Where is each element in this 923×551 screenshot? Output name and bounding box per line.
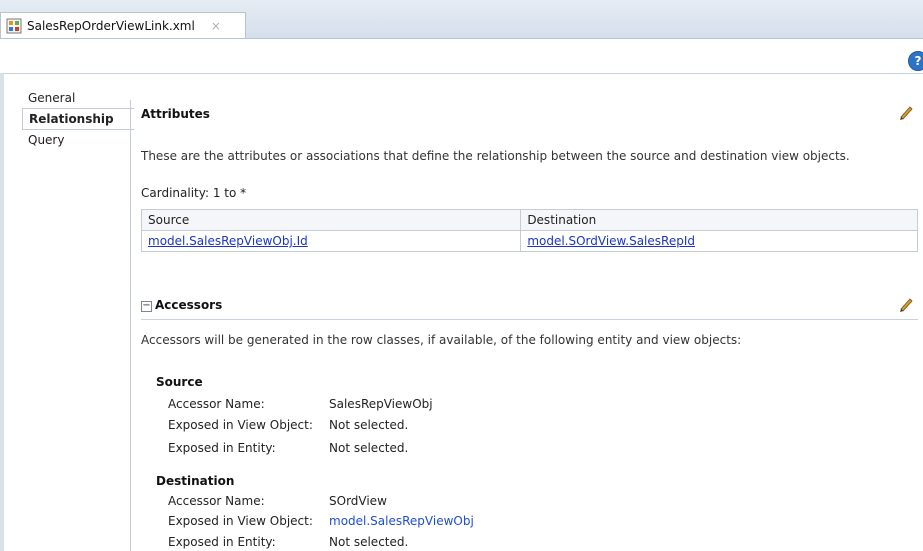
destination-exposed-entity-value: Not selected. [329, 535, 409, 549]
accessors-description: Accessors will be generated in the row c… [141, 333, 742, 347]
nav-item-general[interactable]: General [22, 88, 132, 108]
editor-tab-bar: SalesRepOrderViewLink.xml × [0, 0, 923, 39]
destination-exposed-entity-key: Exposed in Entity: [168, 535, 276, 549]
left-gutter [0, 73, 4, 551]
accessors-title: Accessors [155, 298, 223, 312]
source-accessor-name-key: Accessor Name: [168, 397, 265, 411]
edit-attributes-pencil-icon[interactable] [898, 104, 914, 120]
column-header-source: Source [140, 209, 522, 231]
table-row: model.SalesRepViewObj.Id model.SOrdView.… [140, 230, 918, 252]
accessors-header: − Accessors [141, 297, 918, 320]
source-group-title: Source [156, 375, 203, 389]
help-icon[interactable]: ? [908, 51, 923, 71]
editor-toolbar: ? [0, 39, 923, 74]
source-accessor-name-value: SalesRepViewObj [329, 397, 433, 411]
destination-cell: model.SOrdView.SalesRepId [520, 230, 918, 252]
nav-item-relationship[interactable]: Relationship [22, 108, 134, 130]
source-exposed-vo-key: Exposed in View Object: [168, 418, 313, 432]
attributes-title: Attributes [141, 107, 210, 121]
close-icon[interactable]: × [211, 19, 221, 33]
destination-accessor-name-value: SOrdView [329, 494, 387, 508]
source-exposed-vo-value: Not selected. [329, 418, 409, 432]
cardinality-value: 1 to * [212, 186, 247, 200]
destination-attribute-link[interactable]: model.SOrdView.SalesRepId [527, 234, 695, 248]
edit-accessors-pencil-icon[interactable] [898, 296, 914, 312]
collapse-toggle[interactable]: − [141, 301, 152, 312]
destination-exposed-vo-link[interactable]: model.SalesRepViewObj [329, 514, 474, 528]
attributes-description: These are the attributes or associations… [141, 149, 850, 163]
source-exposed-entity-key: Exposed in Entity: [168, 441, 276, 455]
relationship-table: Source Destination model.SalesRepViewObj… [140, 209, 918, 252]
cardinality-label: Cardinality: 1 to * [141, 186, 246, 200]
table-header-row: Source Destination [140, 209, 918, 231]
tab-title: SalesRepOrderViewLink.xml [27, 18, 195, 33]
destination-accessor-name-key: Accessor Name: [168, 494, 265, 508]
source-exposed-entity-value: Not selected. [329, 441, 409, 455]
source-cell: model.SalesRepViewObj.Id [140, 230, 522, 252]
nav-item-query[interactable]: Query [22, 130, 132, 150]
editor-tab[interactable]: SalesRepOrderViewLink.xml × [0, 12, 246, 38]
xml-file-icon [6, 18, 22, 33]
nav-divider [130, 100, 131, 551]
destination-group-title: Destination [156, 474, 235, 488]
destination-exposed-vo-key: Exposed in View Object: [168, 514, 313, 528]
source-attribute-link[interactable]: model.SalesRepViewObj.Id [148, 234, 308, 248]
column-header-destination: Destination [520, 209, 918, 231]
cardinality-key: Cardinality: [141, 186, 210, 200]
side-navigation: General Relationship Query [22, 88, 134, 150]
